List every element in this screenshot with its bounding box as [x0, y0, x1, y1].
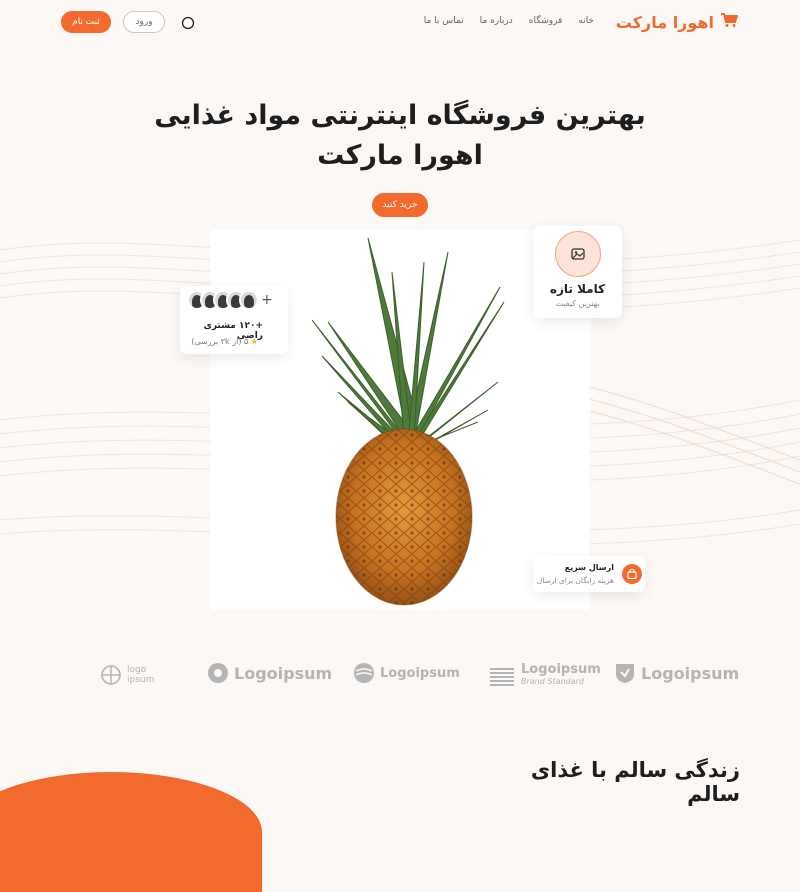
- partner-logo: Logoipsum: [353, 662, 460, 684]
- partner-logo: Logoipsum Brand Standard: [488, 662, 601, 688]
- pineapple-image: [311, 237, 505, 606]
- signup-button[interactable]: ثبت نام: [61, 11, 111, 33]
- shipping-subtitle: هزینه رایگان برای ارسال: [536, 576, 614, 585]
- star-icon: ★: [250, 337, 258, 346]
- nav-item-contact[interactable]: تماس با ما: [424, 16, 464, 26]
- rating-text: ۵ (از ۳k بررسی): [191, 337, 249, 346]
- search-icon[interactable]: [181, 15, 195, 34]
- shipping-title: ارسال سریع: [564, 563, 614, 572]
- partner-logo: Logoipsum: [614, 662, 739, 684]
- partner-logo-text: Logoipsum: [234, 663, 333, 683]
- decorative-arc: [0, 772, 262, 892]
- site-logo[interactable]: اهورا مارکت: [615, 12, 739, 32]
- wave-logo-icon: [354, 663, 374, 683]
- customers-card: + +۱۲۰ مشتری راضی ★ ۵ (از ۳k بررسی): [180, 286, 288, 354]
- fresh-card: کاملا تازه بهترین کیفیت: [533, 226, 622, 318]
- partner-logo-text: logo ipsum: [127, 665, 155, 685]
- shield-logo-icon: [616, 664, 634, 683]
- flower-logo-icon: [208, 663, 228, 683]
- partner-logo: Logoipsum: [207, 662, 332, 684]
- partner-logos: logo ipsum Logoipsum Logoipsum Logoipsum…: [0, 652, 800, 702]
- avatar: [239, 290, 259, 310]
- partner-logo-text: Logoipsum: [380, 665, 460, 681]
- cart-icon: [720, 12, 739, 32]
- image-icon: [554, 231, 601, 277]
- hero-title: بهترین فروشگاه اینترنتی مواد غذایی اهورا…: [150, 96, 650, 176]
- shipping-card: ارسال سریع هزینه رایگان برای ارسال: [533, 556, 645, 592]
- nav-item-home[interactable]: خانه: [578, 16, 594, 26]
- nav-item-shop[interactable]: فروشگاه: [529, 16, 563, 26]
- customer-rating: ★ ۵ (از ۳k بررسی): [191, 337, 258, 346]
- stripes-logo-icon: [490, 668, 514, 686]
- partner-logo-text: Logoipsum: [521, 662, 601, 677]
- buy-button[interactable]: خرید کنید: [372, 193, 428, 217]
- fresh-subtitle: بهترین کیفیت: [555, 299, 600, 308]
- partner-logo-text: Logoipsum: [641, 663, 740, 683]
- avatar-group: [187, 290, 259, 312]
- partner-logo: logo ipsum: [100, 664, 161, 686]
- globe-logo-icon: [101, 665, 121, 685]
- fresh-title: کاملا تازه: [549, 282, 606, 296]
- section-title: زندگی سالم با غذای سالم: [530, 758, 740, 806]
- hero-title-line-2: اهورا مارکت: [317, 140, 483, 171]
- main-nav: خانه فروشگاه درباره ما تماس با ما: [424, 16, 594, 26]
- login-button[interactable]: ورود: [123, 11, 165, 33]
- partner-logo-subtext: Brand Standard: [521, 677, 584, 686]
- header: اهورا مارکت خانه فروشگاه درباره ما تماس …: [0, 0, 800, 45]
- logo-text: اهورا مارکت: [615, 12, 714, 32]
- hero-title-line-1: بهترین فروشگاه اینترنتی مواد غذایی: [154, 100, 646, 131]
- plus-icon: +: [261, 292, 273, 308]
- shopping-bag-icon: [622, 564, 642, 584]
- nav-item-about[interactable]: درباره ما: [480, 16, 513, 26]
